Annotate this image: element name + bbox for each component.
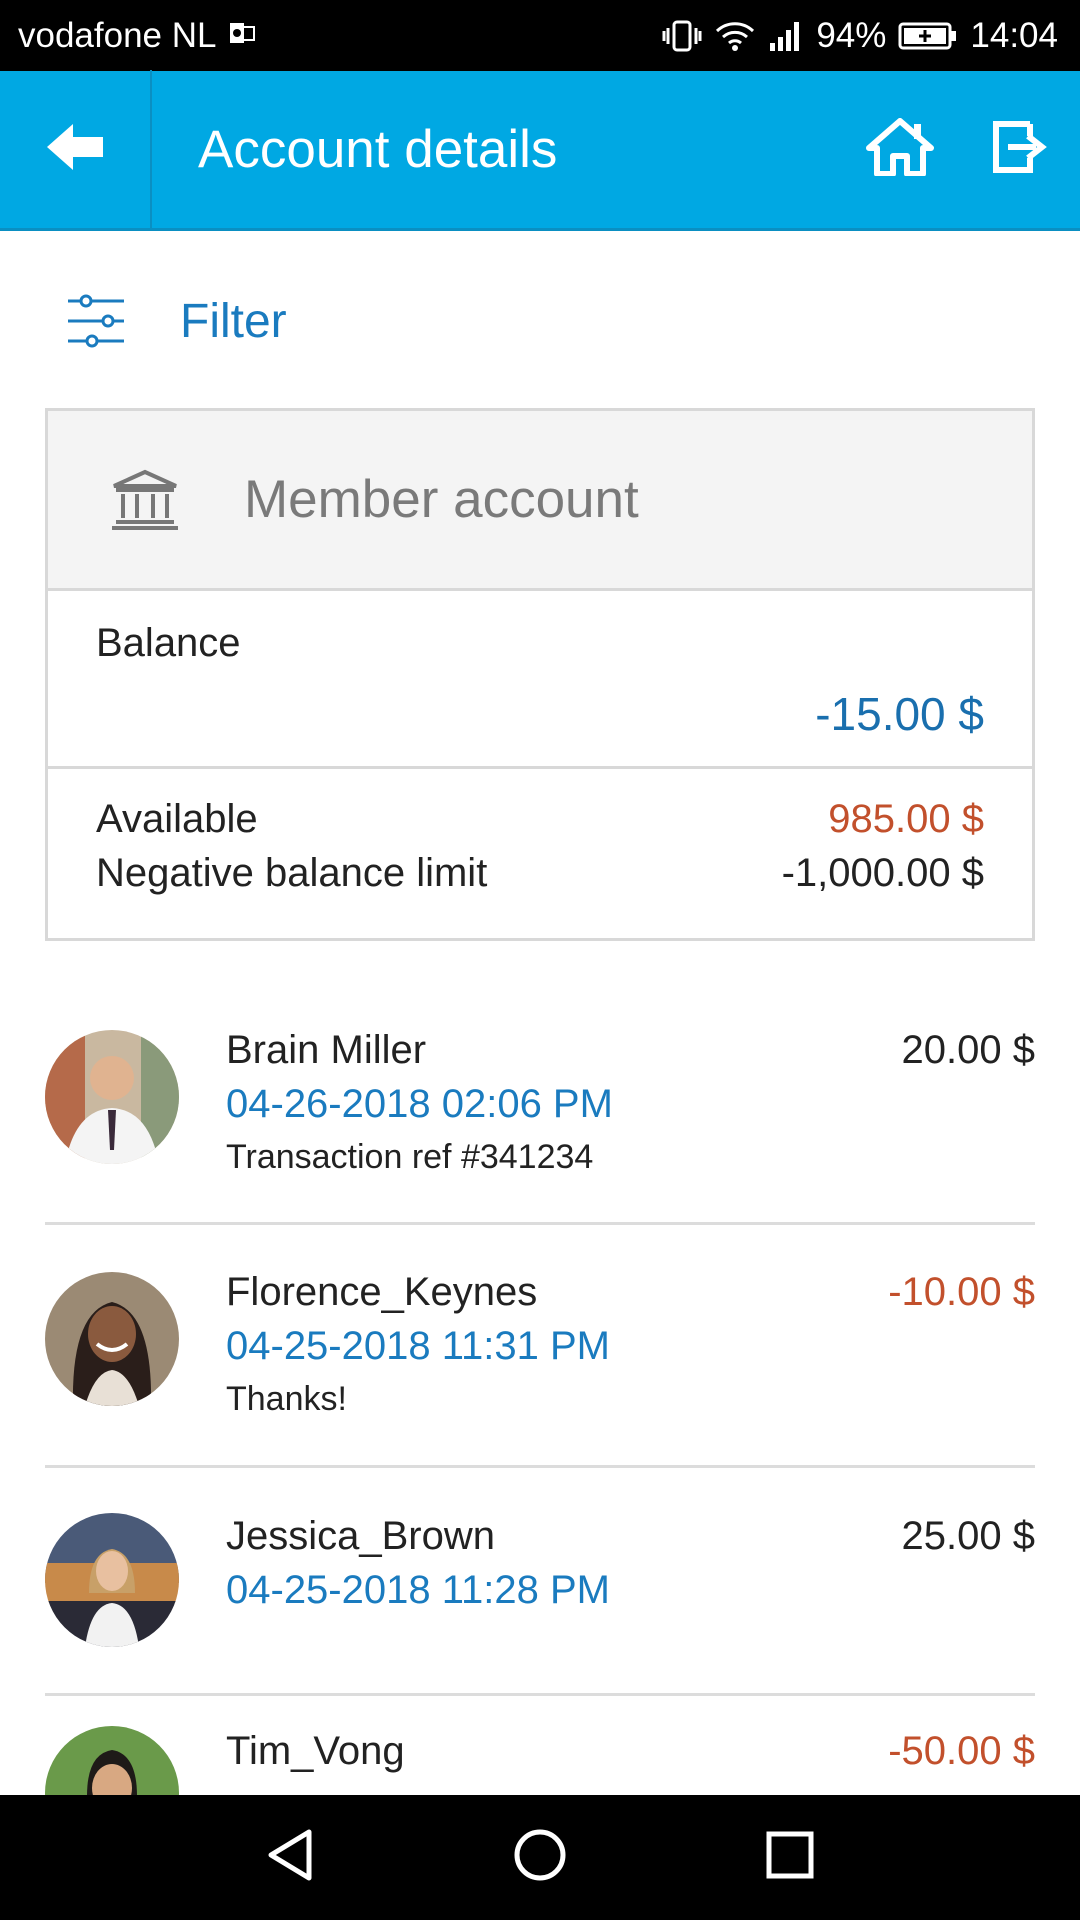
transaction-description: Transaction ref #341234 (226, 1138, 594, 1176)
transaction-name: Florence_Keynes (226, 1270, 538, 1314)
battery-charging-icon (898, 21, 958, 51)
limits-section: Available 985.00 $ Negative balance limi… (48, 769, 1032, 935)
available-row: Available 985.00 $ (96, 797, 984, 842)
circle-home-icon (513, 1828, 567, 1887)
nav-back-button[interactable] (255, 1823, 325, 1893)
wifi-icon (714, 19, 756, 53)
transaction-amount: 20.00 $ (901, 1028, 1035, 1072)
account-header[interactable]: Member account (48, 411, 1032, 591)
transaction-amount: -10.00 $ (888, 1270, 1035, 1314)
transaction-name: Brain Miller (226, 1028, 427, 1072)
balance-section: Balance -15.00 $ (48, 591, 1032, 769)
home-icon (866, 118, 934, 181)
balance-label: Balance (96, 621, 241, 665)
transaction-item[interactable]: Brain Miller 04-26-2018 02:06 PM Transac… (45, 1000, 1035, 1225)
negative-limit-value: -1,000.00 $ (781, 851, 984, 895)
transaction-item[interactable]: Tim_Vong -50.00 $ (45, 1696, 1035, 1795)
available-label: Available (96, 797, 258, 841)
account-card: Member account Balance -15.00 $ Availabl… (45, 408, 1035, 941)
account-name: Member account (244, 470, 639, 529)
status-left: vodafone NL (18, 16, 256, 56)
nav-recents-button[interactable] (755, 1823, 825, 1893)
transaction-date: 04-25-2018 11:28 PM (226, 1568, 610, 1612)
back-arrow-icon (45, 122, 105, 177)
bank-icon (110, 468, 180, 532)
transaction-amount: -50.00 $ (888, 1729, 1035, 1773)
triangle-back-icon (265, 1828, 315, 1887)
sliders-icon (66, 291, 126, 351)
transaction-amount: 25.00 $ (901, 1514, 1035, 1558)
nav-home-button[interactable] (505, 1823, 575, 1893)
avatar (45, 1030, 179, 1164)
filter-button[interactable]: Filter (0, 231, 1080, 411)
negative-limit-row: Negative balance limit -1,000.00 $ (96, 851, 984, 896)
signal-icon (768, 19, 804, 53)
app-bar: Account details (0, 69, 1080, 231)
transaction-item[interactable]: Jessica_Brown 04-25-2018 11:28 PM 25.00 … (45, 1468, 1035, 1696)
available-value: 985.00 $ (828, 797, 984, 841)
battery-percent: 94% (816, 15, 887, 55)
home-button[interactable] (840, 70, 960, 230)
negative-limit-label: Negative balance limit (96, 851, 488, 895)
page-title: Account details (198, 120, 558, 179)
logout-icon (992, 120, 1048, 179)
transaction-name: Jessica_Brown (226, 1514, 496, 1558)
avatar (45, 1726, 179, 1795)
logout-button[interactable] (960, 70, 1080, 230)
status-bar: vodafone NL 94% 14:04 (0, 0, 1080, 71)
transaction-item[interactable]: Florence_Keynes 04-25-2018 11:31 PM Than… (45, 1225, 1035, 1468)
avatar (45, 1272, 179, 1406)
system-nav-bar (0, 1795, 1080, 1920)
balance-value: -15.00 $ (815, 688, 984, 740)
filter-label: Filter (180, 294, 287, 348)
transaction-date: 04-26-2018 02:06 PM (226, 1082, 613, 1126)
status-right: 94% 14:04 (662, 16, 1058, 56)
square-recents-icon (765, 1830, 815, 1885)
transaction-name: Tim_Vong (226, 1729, 405, 1773)
transaction-date: 04-25-2018 11:31 PM (226, 1324, 610, 1368)
outlook-notification-icon (228, 16, 256, 56)
clock-time: 14:04 (970, 15, 1058, 55)
carrier-name: vodafone NL (18, 15, 217, 55)
transaction-description: Thanks! (226, 1380, 347, 1418)
vibrate-icon (662, 19, 702, 53)
transaction-list: Brain Miller 04-26-2018 02:06 PM Transac… (45, 1000, 1035, 1795)
avatar (45, 1513, 179, 1647)
back-button[interactable] (0, 69, 152, 230)
